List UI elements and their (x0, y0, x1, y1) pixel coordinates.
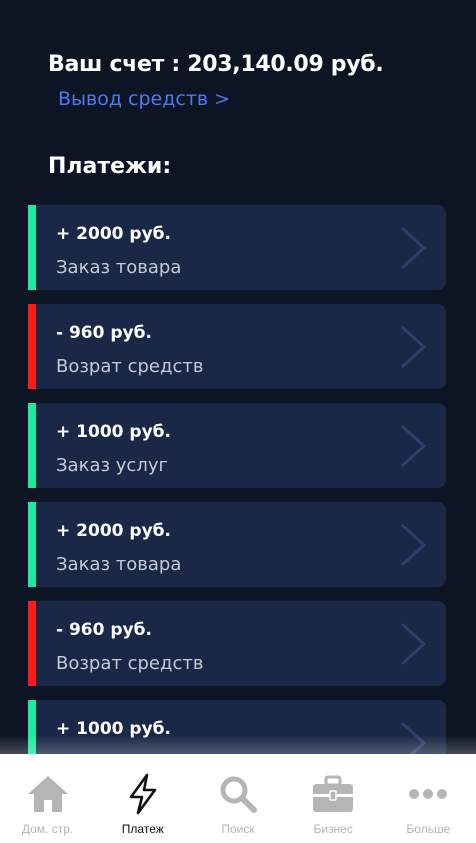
status-stripe (28, 205, 36, 290)
status-stripe (28, 601, 36, 686)
payment-amount: + 2000 руб. (56, 521, 171, 541)
tab-label: Платеж (121, 822, 164, 836)
account-balance: Ваш счет : 203,140.09 руб. (48, 52, 384, 77)
tab-more[interactable]: Больше (383, 754, 473, 843)
tab-label: Поиск (221, 822, 255, 836)
payments-title: Платежи: (48, 154, 172, 179)
chevron-right-icon (400, 226, 427, 270)
search-icon (220, 776, 257, 813)
payment-card[interactable]: - 960 руб. Возрат средств (28, 304, 446, 389)
tab-bar: Дом. стр. Платеж Поиск Бизнес Больше (0, 754, 476, 843)
payment-description: Заказ товара (56, 257, 182, 278)
home-icon (27, 776, 68, 812)
payment-description: Заказ услуг (56, 455, 168, 476)
withdraw-link[interactable]: Вывод средств > (58, 88, 230, 110)
payment-amount: + 2000 руб. (56, 224, 171, 244)
payment-card[interactable]: - 960 руб. Возрат средств (28, 601, 446, 686)
chevron-right-icon (400, 424, 427, 468)
chevron-right-icon (400, 325, 427, 369)
tab-label: Бизнес (313, 822, 353, 836)
briefcase-icon (313, 775, 354, 812)
tab-label: Больше (406, 822, 451, 836)
tab-home[interactable]: Дом. стр. (3, 754, 93, 843)
payment-description: Заказ товара (56, 554, 182, 575)
scroll-fade (0, 735, 476, 755)
tab-label: Дом. стр. (21, 822, 74, 836)
payment-amount: - 960 руб. (56, 323, 152, 343)
payment-card[interactable]: + 2000 руб. Заказ товара (28, 205, 446, 290)
account-header: Ваш счет : 203,140.09 руб. (48, 52, 384, 77)
payment-amount: - 960 руб. (56, 620, 152, 640)
payment-description: Возрат средств (56, 653, 204, 674)
status-stripe (28, 304, 36, 389)
chevron-right-icon (400, 622, 427, 666)
payments-list: + 2000 руб. Заказ товара - 960 руб. Возр… (28, 205, 446, 799)
status-stripe (28, 502, 36, 587)
status-stripe (28, 403, 36, 488)
tab-business[interactable]: Бизнес (288, 754, 378, 843)
lightning-icon (129, 773, 157, 815)
payment-amount: + 1000 руб. (56, 422, 171, 442)
tab-search[interactable]: Поиск (193, 754, 283, 843)
payment-description: Возрат средств (56, 356, 204, 377)
tab-payment[interactable]: Платеж (98, 754, 188, 843)
payment-card[interactable]: + 2000 руб. Заказ товара (28, 502, 446, 587)
payment-card[interactable]: + 1000 руб. Заказ услуг (28, 403, 446, 488)
more-icon (409, 789, 448, 799)
chevron-right-icon (400, 523, 427, 567)
